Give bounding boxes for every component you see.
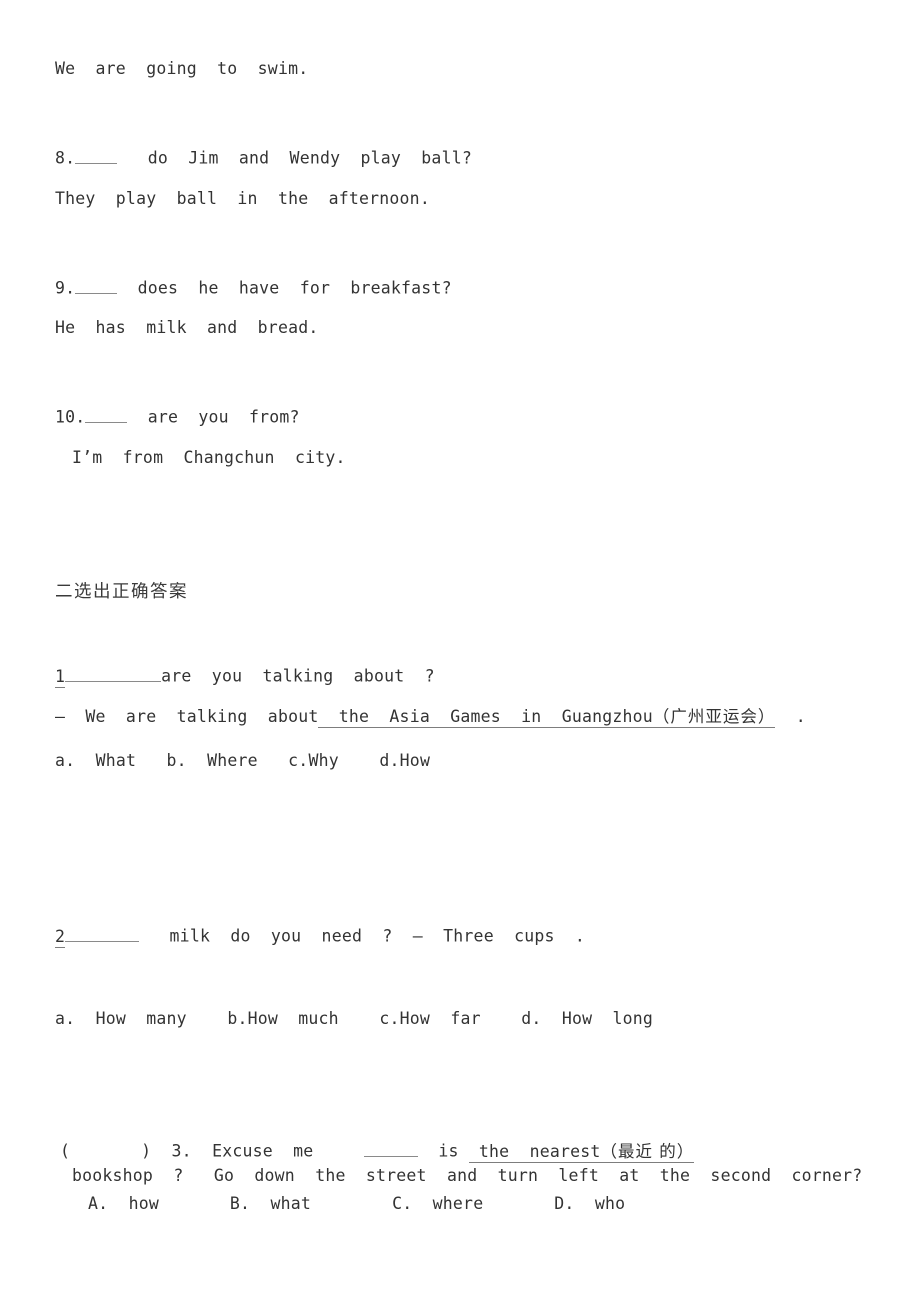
s2-q3-option-d-letter[interactable]: D.: [554, 1194, 574, 1213]
s2-q2-options-row: a. How many b.How much c.How far d. How …: [55, 1009, 653, 1028]
s2-q3-options-row: A. how B. what C. where D. who: [88, 1194, 625, 1213]
s2-q1-stem-text: are you talking about ?: [161, 666, 435, 686]
s2-q3-option-b-text[interactable]: what: [270, 1194, 311, 1213]
s2-q1-option-d-letter[interactable]: d.: [379, 751, 399, 770]
s2-q2-option-a-letter[interactable]: a.: [55, 1009, 75, 1028]
s2-q1-answer-suffix: .: [795, 707, 806, 726]
q9-answer-line: He has milk and bread.: [55, 318, 319, 337]
s2-q3-answer-blank[interactable]: [364, 1140, 419, 1157]
s2-q2-option-b-letter[interactable]: b.: [227, 1009, 247, 1028]
s2-q3-option-a-letter[interactable]: A.: [88, 1194, 108, 1213]
q8-question-line: 8. do Jim and Wendy play ball?: [55, 147, 472, 167]
s2-q2-option-a-text[interactable]: How many: [96, 1009, 187, 1028]
q9-question-text: does he have for breakfast?: [137, 278, 452, 298]
q7-answer-line: We are going to swim.: [55, 59, 309, 78]
s2-q2-answer-blank[interactable]: [65, 925, 140, 942]
q10-number: 10.: [55, 407, 86, 427]
s2-q3-underlined-cn: （最近 的）: [600, 1141, 695, 1163]
s2-q3-stem-before: Excuse me: [212, 1141, 314, 1161]
q10-answer-blank[interactable]: [85, 406, 128, 423]
s2-q2-number: 2: [55, 926, 66, 948]
s2-q3-underlined-en: the nearest: [468, 1141, 601, 1163]
s2-q1-stem-line: 1 are you talking about ?: [55, 665, 435, 688]
s2-q2-option-c-text[interactable]: How far: [400, 1009, 481, 1028]
s2-q1-answer-blank[interactable]: [65, 665, 162, 682]
s2-q1-option-c-text[interactable]: Why: [308, 751, 338, 770]
s2-q1-option-a-letter[interactable]: a.: [55, 751, 75, 770]
q8-question-text: do Jim and Wendy play ball?: [147, 148, 472, 168]
q8-answer-line: They play ball in the afternoon.: [55, 189, 430, 208]
s2-q3-option-d-text[interactable]: who: [595, 1194, 625, 1213]
s2-q3-number: 3.: [171, 1141, 192, 1161]
s2-q3-continuation-line: bookshop ? Go down the street and turn l…: [72, 1166, 863, 1185]
s2-q3-stem-line: ( ) 3. Excuse me is the nearest（最近 的）: [60, 1140, 695, 1163]
s2-q1-number: 1: [55, 666, 66, 688]
q10-answer-line: I’m from Changchun city.: [72, 448, 346, 467]
s2-q2-option-d-letter[interactable]: d.: [521, 1009, 541, 1028]
section-two-heading: 二选出正确答案: [55, 582, 188, 602]
s2-q1-option-b-letter[interactable]: b.: [167, 751, 187, 770]
worksheet-page: We are going to swim. 8. do Jim and Wend…: [0, 0, 920, 1302]
q8-answer-blank[interactable]: [75, 147, 118, 164]
s2-q3-answer-box[interactable]: [70, 1144, 141, 1161]
s2-q1-answer-underlined-en: the Asia Games in Guangzhou: [318, 707, 653, 728]
q9-number: 9.: [55, 278, 76, 298]
s2-q3-stem-after: is: [438, 1141, 459, 1161]
s2-q1-option-c-letter[interactable]: c.: [288, 751, 308, 770]
q8-number: 8.: [55, 148, 76, 168]
q10-question-line: 10. are you from?: [55, 406, 300, 426]
s2-q3-option-c-letter[interactable]: C.: [392, 1194, 412, 1213]
s2-q1-option-d-text[interactable]: How: [400, 751, 430, 770]
s2-q2-option-c-letter[interactable]: c.: [379, 1009, 399, 1028]
q10-question-text: are you from?: [147, 407, 300, 427]
s2-q2-option-d-text[interactable]: How long: [562, 1009, 653, 1028]
s2-q2-stem-text: milk do you need ? – Three cups .: [169, 926, 586, 946]
s2-q3-option-a-text[interactable]: how: [129, 1194, 159, 1213]
s2-q3-option-b-letter[interactable]: B.: [230, 1194, 250, 1213]
s2-q1-answer-line: – We are talking about the Asia Games in…: [55, 707, 806, 728]
s2-q1-answer-underlined-cn: （广州亚运会）: [652, 707, 776, 728]
s2-q1-options-row: a. What b. Where c.Why d.How: [55, 751, 430, 770]
s2-q1-option-b-text[interactable]: Where: [207, 751, 258, 770]
s2-q3-bracket-open: (: [60, 1141, 71, 1161]
s2-q1-answer-prefix: – We are talking about: [55, 707, 319, 726]
s2-q2-stem-line: 2 milk do you need ? – Three cups .: [55, 925, 586, 948]
q9-question-line: 9. does he have for breakfast?: [55, 277, 452, 297]
s2-q3-bracket-close: ): [141, 1141, 152, 1161]
s2-q1-option-a-text[interactable]: What: [96, 751, 137, 770]
s2-q3-option-c-text[interactable]: where: [433, 1194, 484, 1213]
s2-q2-option-b-text[interactable]: How much: [248, 1009, 339, 1028]
q9-answer-blank[interactable]: [75, 277, 118, 294]
